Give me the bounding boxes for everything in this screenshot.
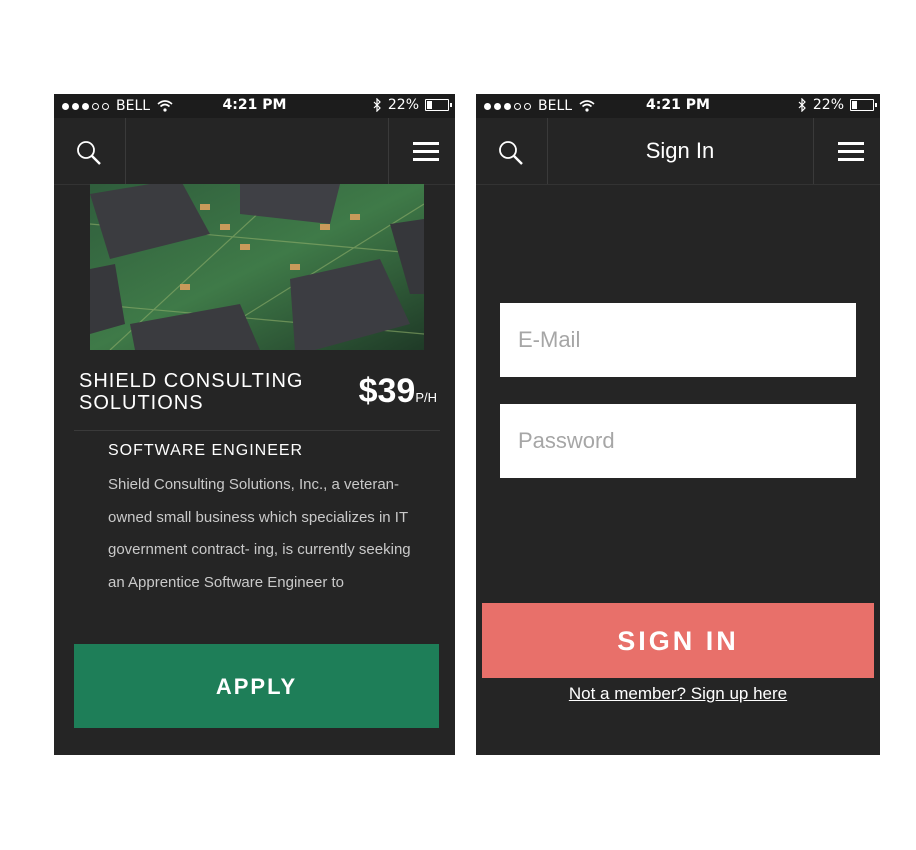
search-icon xyxy=(499,141,523,165)
status-right: 22% xyxy=(798,97,877,113)
job-detail-screen: BELL 4:21 PM 22% SHIELD CONSULTING SOLUT… xyxy=(54,94,455,755)
apply-button[interactable]: APPLY xyxy=(74,644,439,728)
search-icon xyxy=(77,141,101,165)
sign-up-link[interactable]: Not a member? Sign up here xyxy=(476,684,880,704)
sign-in-button[interactable]: SIGN IN xyxy=(482,603,874,678)
search-button[interactable] xyxy=(476,118,548,184)
page-title: Sign In xyxy=(645,138,715,163)
status-right: 22% xyxy=(373,97,452,113)
job-title: SOFTWARE ENGINEER xyxy=(108,442,304,459)
email-field[interactable] xyxy=(500,303,856,377)
rate-amount: $39 xyxy=(358,372,416,410)
hamburger-menu-icon xyxy=(413,142,439,166)
search-button[interactable] xyxy=(54,118,126,184)
bluetooth-icon xyxy=(798,98,806,112)
password-field[interactable] xyxy=(500,404,856,478)
sign-in-screen: BELL 4:21 PM 22% Sign In E-Mail SIGN IN … xyxy=(476,94,880,755)
battery-icon xyxy=(425,99,452,111)
hamburger-menu-icon xyxy=(838,142,864,166)
battery-percent: 22% xyxy=(812,97,844,113)
battery-percent: 22% xyxy=(387,97,419,113)
status-bar: BELL 4:21 PM 22% xyxy=(476,94,880,118)
company-name: SHIELD CONSULTING SOLUTIONS xyxy=(79,370,303,414)
nav-bar: Sign In xyxy=(476,118,880,185)
job-image xyxy=(90,184,424,350)
status-bar: BELL 4:21 PM 22% xyxy=(54,94,455,118)
rate-unit: P/H xyxy=(415,390,437,405)
circuit-board-image xyxy=(90,184,424,350)
menu-button[interactable] xyxy=(813,118,880,184)
battery-icon xyxy=(850,99,877,111)
divider xyxy=(74,430,440,431)
nav-bar xyxy=(54,118,455,185)
menu-button[interactable] xyxy=(388,118,455,184)
company-name-line2: SOLUTIONS xyxy=(79,392,204,414)
hourly-rate: $39P/H xyxy=(359,372,437,411)
company-name-line1: SHIELD CONSULTING xyxy=(79,370,304,392)
bluetooth-icon xyxy=(373,98,381,112)
